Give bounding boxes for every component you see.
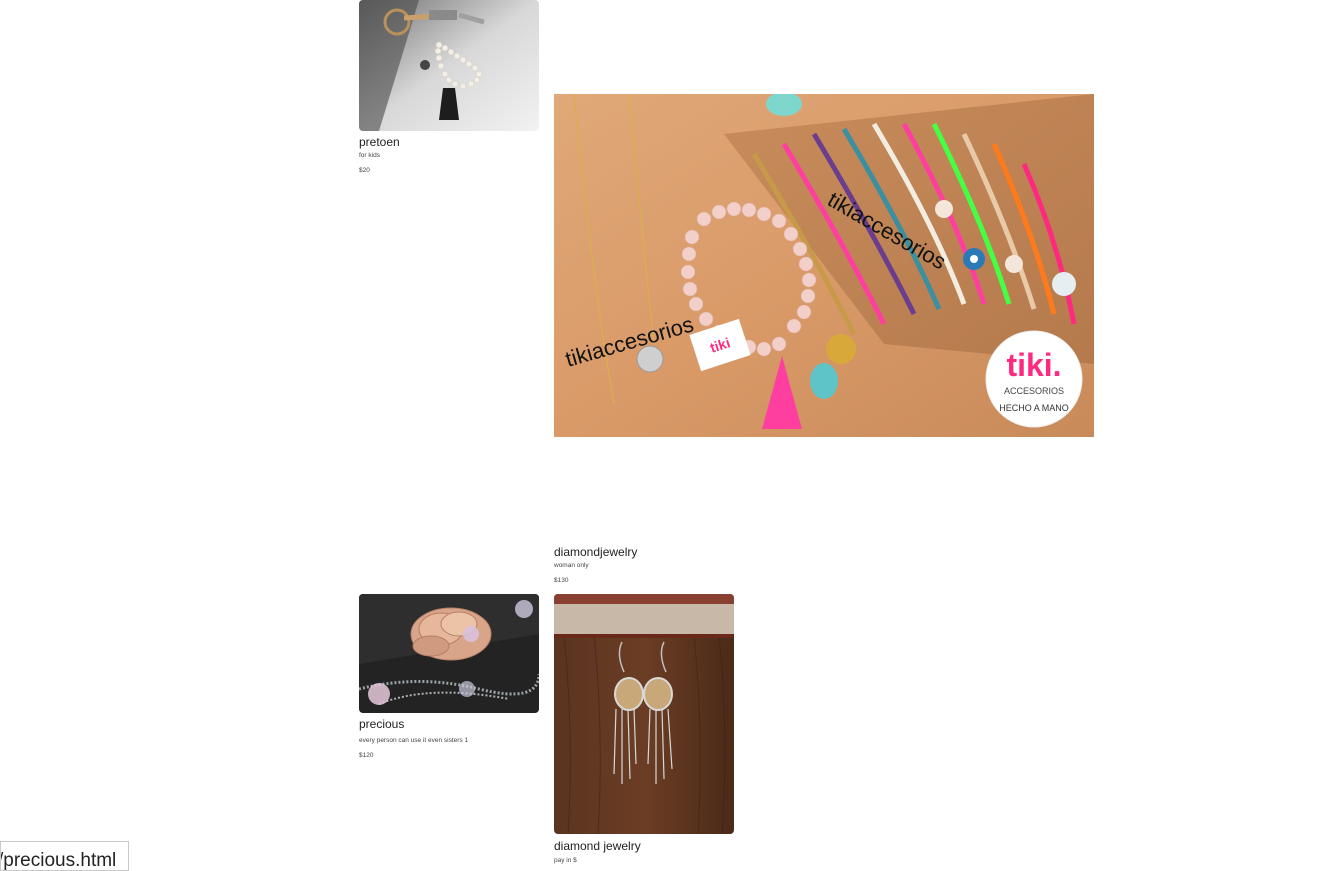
product-image-keychain[interactable] <box>359 0 539 131</box>
brand-logo: tiki. ACCESORIOS HECHO A MANO <box>985 330 1083 428</box>
product-image-bracelets[interactable]: tiki tikiaccesorios tikiaccesorios tiki.… <box>554 94 1094 437</box>
product-description: for kids <box>359 152 380 159</box>
product-description: every person can use it even sisters 1 <box>359 737 469 744</box>
product-price: $130 <box>554 577 569 584</box>
product-card-diamondjewelry[interactable]: tiki tikiaccesorios tikiaccesorios tiki.… <box>554 94 1094 585</box>
product-price: $120 <box>359 752 374 759</box>
product-price: $20 <box>359 167 370 174</box>
product-image-flower[interactable] <box>359 594 539 713</box>
product-title[interactable]: diamondjewelry <box>554 545 1094 559</box>
product-card-diamond-jewelry[interactable]: diamond jewelry pay in $ <box>554 594 734 865</box>
product-title[interactable]: precious <box>359 717 539 731</box>
product-card-pretoen[interactable]: pretoen for kids $20 <box>359 0 539 175</box>
product-description: pay in $ <box>554 857 577 864</box>
logo-line2: HECHO A MANO <box>999 403 1069 413</box>
product-description: woman only <box>554 562 589 569</box>
product-title[interactable]: pretoen <box>359 135 539 149</box>
product-card-precious[interactable]: precious every person can use it even si… <box>359 594 539 760</box>
logo-line1: ACCESORIOS <box>1004 386 1064 396</box>
status-bar-url: /precious.html <box>0 841 129 871</box>
product-image-earrings[interactable] <box>554 594 734 834</box>
page: pretoen for kids $20 tiki tikiaccesorios… <box>0 0 1326 871</box>
product-title[interactable]: diamond jewelry <box>554 839 734 853</box>
logo-brand: tiki. <box>1006 347 1061 383</box>
